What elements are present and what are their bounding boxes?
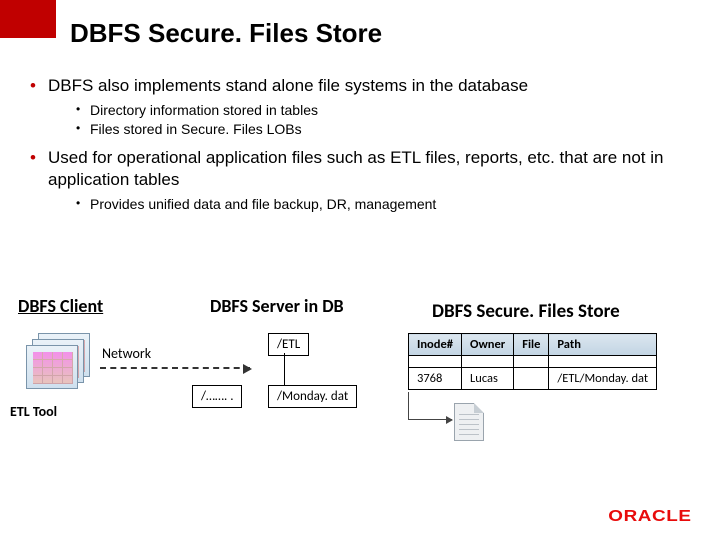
td-path: /ETL/Monday. dat	[549, 368, 657, 390]
file-monday-box: /Monday. dat	[268, 385, 357, 408]
bullet-2: Used for operational application files s…	[30, 147, 690, 214]
folder-connector	[284, 353, 285, 385]
oracle-logo: ORACLE	[609, 508, 692, 526]
th-path: Path	[549, 334, 657, 356]
folder-dots-box: /……. .	[192, 385, 242, 408]
dbfs-client-heading: DBFS Client	[18, 295, 103, 317]
table-empty-row	[409, 356, 657, 368]
td-file	[514, 368, 549, 390]
bullet-1: DBFS also implements stand alone file sy…	[30, 75, 690, 139]
td-owner: Lucas	[462, 368, 514, 390]
network-label: Network	[102, 345, 151, 362]
row-to-doc-arrow	[408, 419, 452, 420]
securefiles-table: Inode# Owner File Path 3768 Lucas /ETL/M…	[408, 333, 657, 390]
brand-red-block	[0, 0, 56, 38]
network-arrow	[100, 367, 250, 369]
bullet-1-text: DBFS also implements stand alone file sy…	[48, 76, 528, 95]
document-icon	[454, 403, 484, 441]
folder-etl-box: /ETL	[268, 333, 309, 356]
bullet-content: DBFS also implements stand alone file sy…	[30, 75, 690, 222]
th-inode: Inode#	[409, 334, 462, 356]
bullet-2a: Provides unified data and file backup, D…	[76, 195, 690, 214]
bullet-1a: Directory information stored in tables	[76, 101, 690, 120]
etl-tool-icon	[26, 333, 90, 391]
td-inode: 3768	[409, 368, 462, 390]
bullet-2-text: Used for operational application files s…	[48, 148, 663, 189]
table-data-row: 3768 Lucas /ETL/Monday. dat	[409, 368, 657, 390]
bullet-1b: Files stored in Secure. Files LOBs	[76, 120, 690, 139]
diagram-area: DBFS Client DBFS Server in DB DBFS Secur…	[0, 295, 720, 540]
dbfs-store-heading: DBFS Secure. Files Store	[432, 300, 620, 323]
etl-tool-label: ETL Tool	[10, 403, 57, 420]
th-owner: Owner	[462, 334, 514, 356]
slide-title: DBFS Secure. Files Store	[70, 18, 382, 49]
th-file: File	[514, 334, 549, 356]
dbfs-server-heading: DBFS Server in DB	[210, 295, 344, 317]
table-header-row: Inode# Owner File Path	[409, 334, 657, 356]
